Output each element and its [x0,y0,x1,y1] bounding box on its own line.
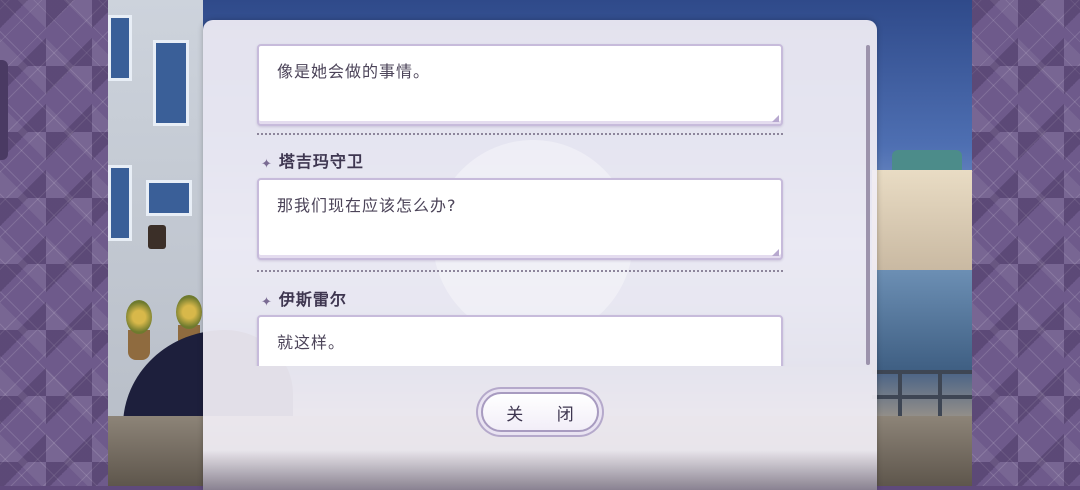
distant-town [872,170,972,270]
flower-plant [176,295,202,329]
dotted-divider [257,270,783,272]
edge-notch [0,60,8,160]
textbox-corner-decoration [772,249,779,256]
dialog-text: 那我们现在应该怎么办? [277,196,457,215]
speaker-name: ✦ 塔吉玛守卫 [261,148,364,172]
building-window [108,15,132,81]
textbox-corner-decoration [772,115,779,122]
dialog-log-panel: 像是她会做的事情。 ✦ 塔吉玛守卫 那我们现在应该怎么办? ✦ 伊斯雷尔 就这样。 … [203,20,877,490]
speaker-name-text: 伊斯雷尔 [278,290,347,309]
street-lamp [148,225,166,249]
dotted-divider [257,133,783,135]
speaker-name-text: 塔吉玛守卫 [278,152,364,171]
dialog-log-scroll-area[interactable]: 像是她会做的事情。 ✦ 塔吉玛守卫 那我们现在应该怎么办? ✦ 伊斯雷尔 就这样。 [203,20,877,366]
dialog-textbox: 就这样。 [257,315,783,366]
harbor-water [872,270,972,370]
left-argyle-border [0,0,108,486]
flower-pot [128,330,150,360]
dialog-textbox: 那我们现在应该怎么办? [257,178,783,260]
dialog-text: 像是她会做的事情。 [277,62,431,81]
scrollbar-thumb[interactable] [866,45,870,365]
four-point-star-icon: ✦ [261,295,273,310]
building-window [153,40,189,126]
dialog-text: 就这样。 [277,333,346,352]
building-window [108,165,132,241]
dialog-textbox: 像是她会做的事情。 [257,44,783,126]
right-argyle-border [972,0,1080,486]
harbor-railing [872,370,972,374]
speaker-name: ✦ 伊斯雷尔 [261,286,347,310]
flower-plant [126,300,152,334]
harbor-railing [872,395,972,399]
building-sign [146,180,192,216]
close-button[interactable]: 关 闭 [481,392,599,432]
four-point-star-icon: ✦ [261,157,273,172]
